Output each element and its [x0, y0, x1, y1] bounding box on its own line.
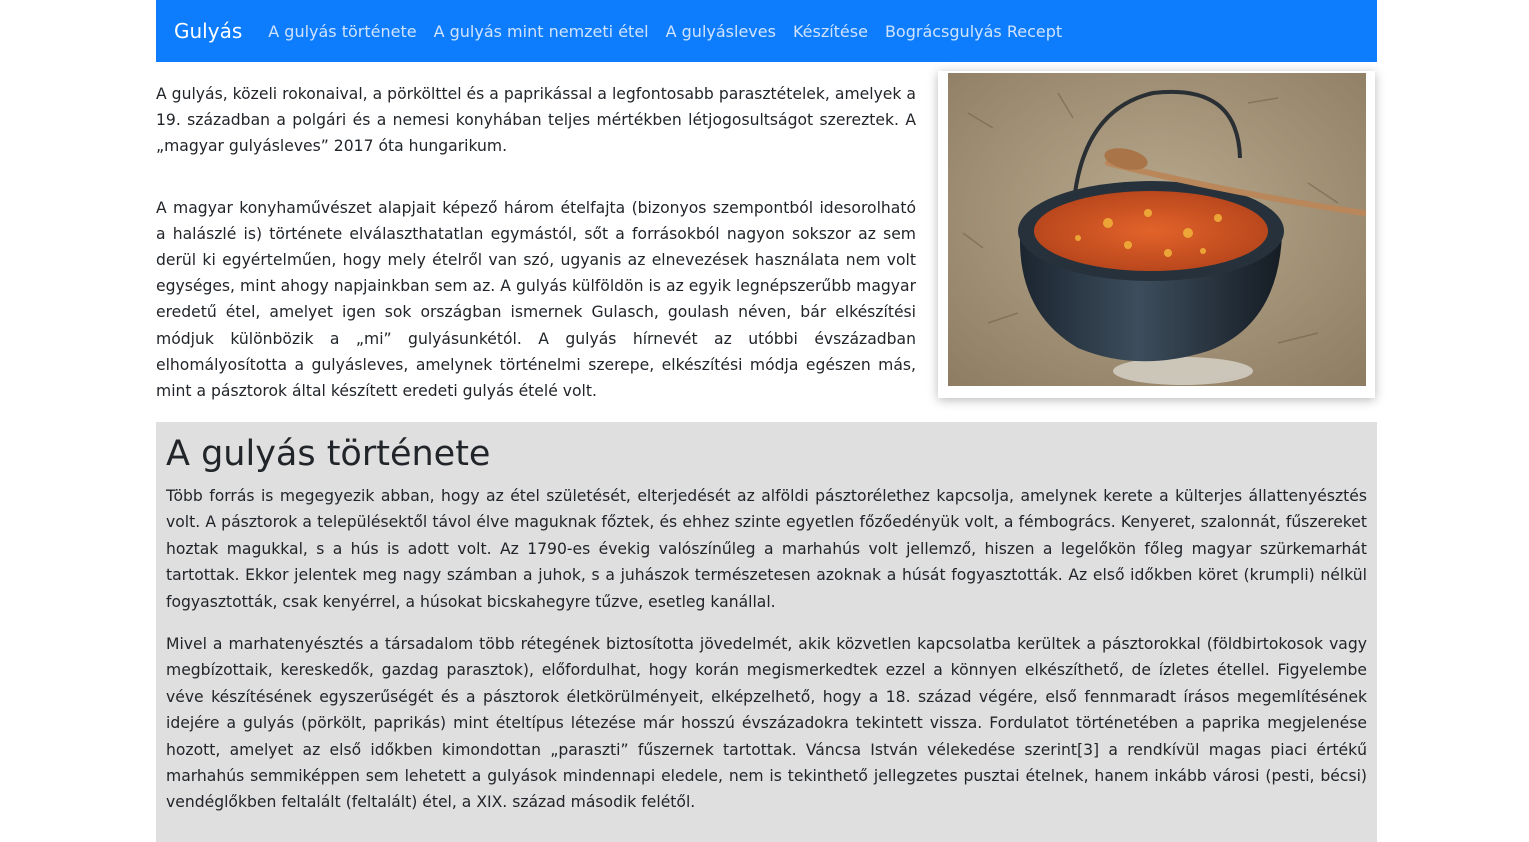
navbar-brand[interactable]: Gulyás	[174, 19, 242, 43]
goulash-cauldron-photo	[938, 71, 1375, 398]
history-section: A gulyás története Több forrás is megegy…	[156, 422, 1377, 842]
page-container: Gulyás A gulyás története A gulyás mint …	[156, 0, 1377, 842]
intro-paragraph: A magyar konyhaművészet alapjait képező …	[156, 198, 916, 401]
section-heading: A gulyás története	[166, 434, 491, 474]
nav-link-preparation[interactable]: Készítése	[793, 22, 868, 41]
navbar: Gulyás A gulyás története A gulyás mint …	[156, 0, 1377, 62]
nav-link-national-dish[interactable]: A gulyás mint nemzeti étel	[434, 22, 649, 41]
intro-section: A gulyás, közeli rokonaival, a pörköltte…	[156, 62, 1377, 422]
nav-link-recipe[interactable]: Bográcsgulyás Recept	[885, 22, 1062, 41]
intro-paragraph: A gulyás, közeli rokonaival, a pörköltte…	[156, 85, 916, 156]
nav-link-history[interactable]: A gulyás története	[268, 22, 416, 41]
intro-text: A gulyás, közeli rokonaival, a pörköltte…	[156, 81, 916, 404]
history-paragraph: Több forrás is megegyezik abban, hogy az…	[166, 487, 1367, 611]
history-paragraph: Mivel a marhatenyésztés a társadalom töb…	[166, 635, 1367, 812]
nav-link-goulash-soup[interactable]: A gulyásleves	[666, 22, 776, 41]
cauldron-image	[948, 73, 1366, 386]
